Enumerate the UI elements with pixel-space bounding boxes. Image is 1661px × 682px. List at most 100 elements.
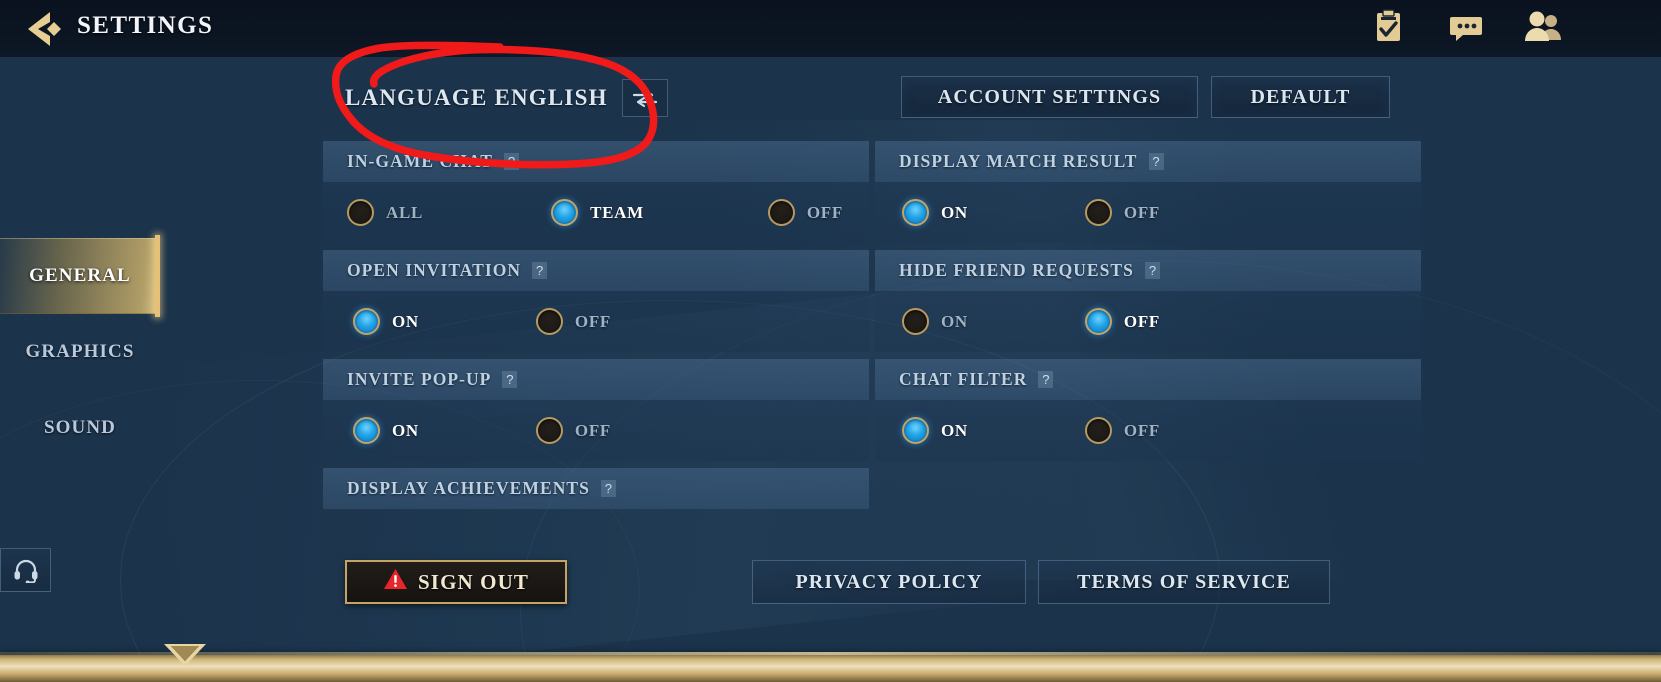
card-header: DISPLAY MATCH RESULT ? xyxy=(875,141,1421,182)
radio-label: TEAM xyxy=(590,202,644,222)
radio-indicator xyxy=(1084,199,1112,226)
card-header: IN-GAME CHAT ? xyxy=(323,141,869,182)
top-bar: SETTINGS xyxy=(0,0,1661,57)
radio-option-all[interactable]: ALL xyxy=(347,199,423,226)
radio-label: ON xyxy=(392,420,419,440)
radio-indicator xyxy=(767,199,795,226)
radio-indicator xyxy=(535,308,563,335)
help-icon[interactable]: ? xyxy=(1144,262,1160,279)
bottom-bar: SIGN OUT PRIVACY POLICY TERMS OF SERVICE xyxy=(0,548,1661,626)
help-icon[interactable]: ? xyxy=(532,262,548,279)
card-body: ON OFF xyxy=(323,400,869,461)
sign-out-label: SIGN OUT xyxy=(418,569,529,594)
language-label: LANGUAGE ENGLISH xyxy=(345,85,608,110)
radio-option-off[interactable]: OFF xyxy=(767,199,843,226)
help-icon[interactable]: ? xyxy=(502,371,518,388)
radio-indicator xyxy=(1084,308,1112,335)
radio-indicator xyxy=(1084,417,1112,444)
sidebar: GENERAL GRAPHICS SOUND xyxy=(0,235,160,466)
radio-label: ON xyxy=(392,311,419,331)
back-arrow-icon[interactable] xyxy=(24,8,68,50)
warning-triangle-icon xyxy=(383,568,408,596)
radio-option-on[interactable]: ON xyxy=(902,308,968,335)
radio-option-off[interactable]: OFF xyxy=(1084,199,1160,226)
radio-option-off[interactable]: OFF xyxy=(535,308,611,335)
radio-label: ON xyxy=(941,202,968,222)
radio-indicator xyxy=(353,417,380,444)
radio-option-off[interactable]: OFF xyxy=(1084,308,1160,335)
card-title: HIDE FRIEND REQUESTS xyxy=(899,260,1134,280)
radio-label: OFF xyxy=(1123,202,1160,222)
card-header: DISPLAY ACHIEVEMENTS ? xyxy=(323,468,869,509)
swap-arrows-icon[interactable] xyxy=(621,79,668,117)
terms-of-service-label: TERMS OF SERVICE xyxy=(1077,570,1291,593)
radio-label: ON xyxy=(941,311,968,331)
radio-indicator xyxy=(347,199,374,226)
card-header: HIDE FRIEND REQUESTS ? xyxy=(875,250,1421,291)
card-title: DISPLAY ACHIEVEMENTS xyxy=(347,478,590,498)
terms-of-service-button[interactable]: TERMS OF SERVICE xyxy=(1038,560,1330,604)
radio-label: OFF xyxy=(574,420,611,440)
card-body: ON OFF xyxy=(323,291,869,352)
radio-option-on[interactable]: ON xyxy=(353,308,419,335)
settings-column-right: DISPLAY MATCH RESULT ? ON OFF HIDE FRIEN… xyxy=(875,141,1421,468)
radio-option-on[interactable]: ON xyxy=(902,199,968,226)
help-icon[interactable]: ? xyxy=(503,153,519,170)
radio-option-on[interactable]: ON xyxy=(353,417,419,444)
footer-gold-bar xyxy=(0,644,1661,682)
page-title: SETTINGS xyxy=(77,12,214,39)
setting-card-display-achievements: DISPLAY ACHIEVEMENTS ? xyxy=(323,468,869,509)
card-title: CHAT FILTER xyxy=(899,369,1028,389)
sidebar-item-label: GRAPHICS xyxy=(25,341,135,362)
radio-option-off[interactable]: OFF xyxy=(1084,417,1160,444)
radio-label: ALL xyxy=(386,202,424,222)
radio-indicator xyxy=(353,308,380,335)
card-body: ON OFF xyxy=(875,400,1421,461)
setting-card-open-invitation: OPEN INVITATION ? ON OFF xyxy=(323,250,869,352)
radio-option-on[interactable]: ON xyxy=(902,417,968,444)
sidebar-item-sound[interactable]: SOUND xyxy=(0,390,160,466)
radio-indicator xyxy=(535,417,563,444)
chat-bubble-icon[interactable] xyxy=(1444,8,1488,48)
settings-column-left: IN-GAME CHAT ? ALL TEAM OFF OPEN INVITAT… xyxy=(323,141,869,516)
account-settings-button[interactable]: ACCOUNT SETTINGS xyxy=(901,76,1198,118)
default-button[interactable]: DEFAULT xyxy=(1211,76,1390,118)
setting-card-chat-filter: CHAT FILTER ? ON OFF xyxy=(875,359,1421,461)
chevron-down-icon[interactable] xyxy=(164,644,206,670)
sidebar-item-general[interactable]: GENERAL xyxy=(0,235,160,317)
help-icon[interactable]: ? xyxy=(1038,371,1054,388)
setting-card-hide-friend-requests: HIDE FRIEND REQUESTS ? ON OFF xyxy=(875,250,1421,352)
card-body: ALL TEAM OFF xyxy=(323,182,869,243)
card-header: OPEN INVITATION ? xyxy=(323,250,869,291)
card-body: ON OFF xyxy=(875,291,1421,352)
card-title: IN-GAME CHAT xyxy=(347,151,493,171)
card-title: INVITE POP-UP xyxy=(347,369,492,389)
card-header: INVITE POP-UP ? xyxy=(323,359,869,400)
card-title: DISPLAY MATCH RESULT xyxy=(899,151,1138,171)
friends-icon[interactable] xyxy=(1521,8,1565,48)
sidebar-item-label: SOUND xyxy=(43,417,116,438)
radio-label: OFF xyxy=(1123,420,1160,440)
radio-indicator xyxy=(902,417,929,444)
language-row: LANGUAGE ENGLISH xyxy=(345,78,668,118)
sign-out-button[interactable]: SIGN OUT xyxy=(345,560,567,604)
sidebar-item-graphics[interactable]: GRAPHICS xyxy=(0,314,160,390)
privacy-policy-button[interactable]: PRIVACY POLICY xyxy=(752,560,1026,604)
setting-card-display-match-result: DISPLAY MATCH RESULT ? ON OFF xyxy=(875,141,1421,243)
help-icon[interactable]: ? xyxy=(600,480,616,497)
setting-card-in-game-chat: IN-GAME CHAT ? ALL TEAM OFF xyxy=(323,141,869,243)
help-icon[interactable]: ? xyxy=(1148,153,1164,170)
card-title: OPEN INVITATION xyxy=(347,260,522,280)
task-clipboard-icon[interactable] xyxy=(1366,8,1410,48)
radio-label: OFF xyxy=(574,311,611,331)
radio-option-team[interactable]: TEAM xyxy=(551,199,644,226)
card-header: CHAT FILTER ? xyxy=(875,359,1421,400)
setting-card-invite-popup: INVITE POP-UP ? ON OFF xyxy=(323,359,869,461)
radio-label: ON xyxy=(941,420,968,440)
radio-option-off[interactable]: OFF xyxy=(535,417,611,444)
card-body: ON OFF xyxy=(875,182,1421,243)
headset-support-icon[interactable] xyxy=(0,548,51,592)
account-settings-label: ACCOUNT SETTINGS xyxy=(937,85,1162,108)
radio-label: OFF xyxy=(806,202,843,222)
radio-label: OFF xyxy=(1123,311,1160,331)
